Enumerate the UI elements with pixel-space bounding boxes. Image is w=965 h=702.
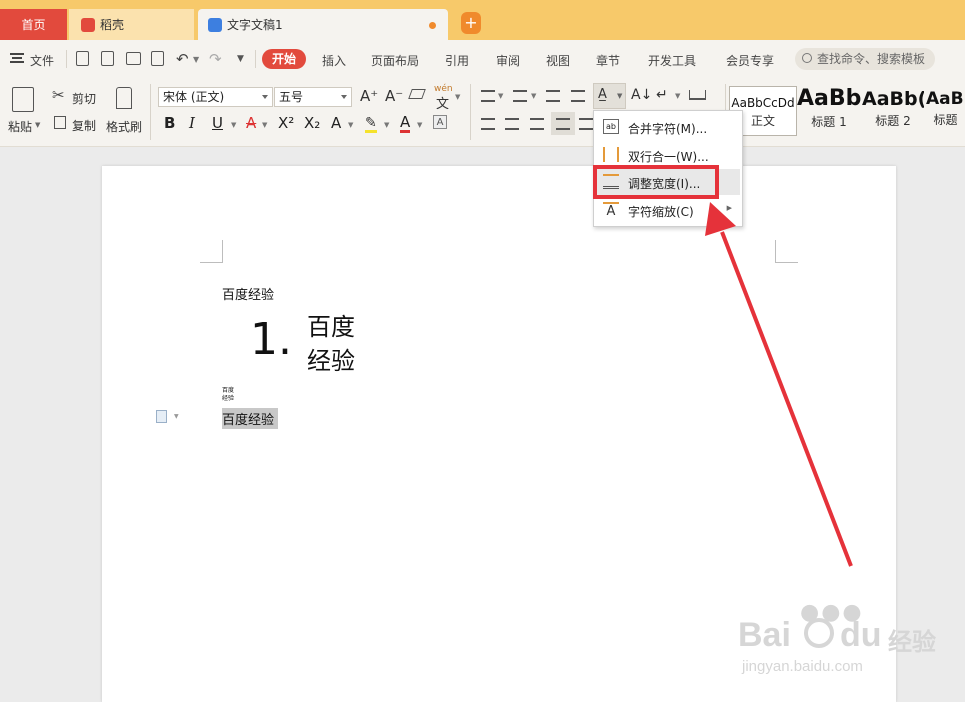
watermark-du: du: [840, 616, 882, 654]
paw-icon: [804, 618, 834, 648]
arrow-shaft: [720, 231, 853, 567]
watermark-brand: Bai: [738, 616, 791, 654]
annotation-arrow: [705, 202, 853, 567]
arrow-head: [705, 202, 736, 236]
watermark-url: jingyan.baidu.com: [742, 658, 863, 675]
baidu-watermark: ●●● Bai du 经验 jingyan.baidu.com: [738, 600, 960, 684]
watermark-brand-cn: 经验: [888, 628, 936, 656]
